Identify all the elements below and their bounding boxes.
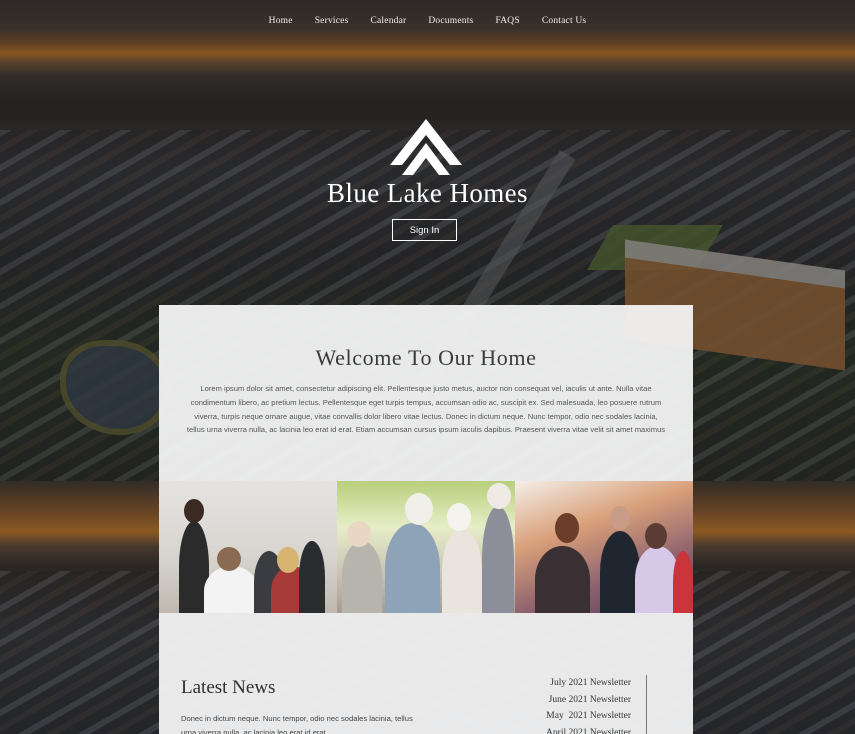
nav-faqs-link[interactable]: FAQS [484,16,530,26]
nav-services-link[interactable]: Services [304,16,360,26]
newsletter-link-may-2021[interactable]: May 2021 Newsletter [529,708,631,725]
logo-icon [390,119,462,175]
site-title: Blue Lake Homes [327,178,528,208]
sign-in-button[interactable]: Sign In [392,219,457,241]
newsletter-link-april-2021[interactable]: April 2021 Newsletter [529,725,631,734]
newsletter-list: July 2021 Newsletter June 2021 Newslette… [529,675,647,734]
nav-home-link[interactable]: Home [258,16,304,26]
latest-news-title: Latest News [181,677,276,698]
nav-calendar-link[interactable]: Calendar [359,16,417,26]
latest-news-section: Latest News Donec in dictum neque. Nunc … [159,613,693,734]
community-meeting-photo [159,481,337,613]
nav-documents-link[interactable]: Documents [417,16,484,26]
latest-news-text: Donec in dictum neque. Nunc tempor, odio… [181,714,413,734]
welcome-title: Welcome To Our Home [315,345,537,370]
welcome-section: Welcome To Our Home Lorem ipsum dolor si… [159,305,693,481]
nav-contact-us-link[interactable]: Contact Us [531,16,597,26]
social-gathering-photo [515,481,693,613]
newsletter-link-june-2021[interactable]: June 2021 Newsletter [529,692,631,709]
main-navigation: Home Services Calendar Documents FAQS Co… [0,0,855,42]
welcome-body-text: Lorem ipsum dolor sit amet, consectetur … [186,384,666,435]
newsletter-link-july-2021[interactable]: July 2021 Newsletter [529,675,631,692]
photo-strip [159,481,693,613]
seniors-group-photo [337,481,515,613]
